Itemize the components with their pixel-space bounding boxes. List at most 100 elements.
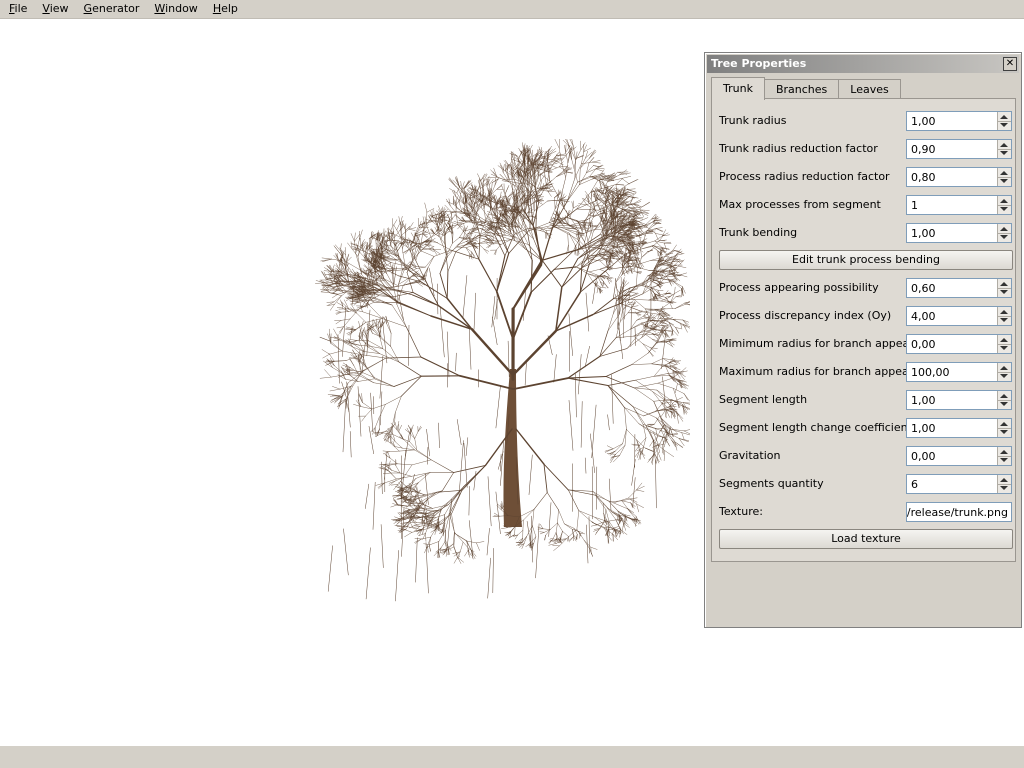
chevron-up-icon[interactable]: [1000, 422, 1008, 426]
spin-buttons[interactable]: [997, 419, 1011, 437]
chevron-down-icon[interactable]: [1000, 430, 1008, 434]
segment-length-change-value: 1,00: [911, 422, 936, 435]
process-discrepancy-spinbox[interactable]: 4,00: [906, 306, 1012, 326]
edit-trunk-process-bending-button[interactable]: Edit trunk process bending: [719, 250, 1013, 270]
chevron-down-icon[interactable]: [1000, 123, 1008, 127]
chevron-down-icon[interactable]: [1000, 151, 1008, 155]
chevron-up-icon[interactable]: [1000, 366, 1008, 370]
process-discrepancy-row: Process discrepancy index (Oy) 4,00: [712, 306, 1015, 326]
chevron-down-icon[interactable]: [1000, 346, 1008, 350]
chevron-up-icon[interactable]: [1000, 199, 1008, 203]
texture-path-value: st5/release/trunk.png: [906, 506, 1008, 519]
dock-title-bar[interactable]: Tree Properties ✕: [707, 55, 1019, 73]
segment-length-change-spinbox[interactable]: 1,00: [906, 418, 1012, 438]
tree-branches: [315, 139, 690, 602]
texture-row: Texture: st5/release/trunk.png: [712, 502, 1015, 522]
tab-branches[interactable]: Branches: [763, 79, 840, 99]
spin-buttons[interactable]: [997, 140, 1011, 158]
process-discrepancy-label: Process discrepancy index (Oy): [719, 309, 892, 322]
process-appearing-possibility-value: 0,60: [911, 282, 936, 295]
tab-bar: Trunk Branches Leaves: [711, 77, 901, 100]
dock-title: Tree Properties: [711, 57, 807, 70]
close-icon[interactable]: ✕: [1003, 57, 1017, 71]
min-radius-spinbox[interactable]: 0,00: [906, 334, 1012, 354]
process-appearing-possibility-row: Process appearing possibility 0,60: [712, 278, 1015, 298]
spin-buttons[interactable]: [997, 168, 1011, 186]
chevron-down-icon[interactable]: [1000, 290, 1008, 294]
menu-bar: File View Generator Window Help: [0, 0, 1024, 19]
menu-window-label: indow: [165, 2, 198, 15]
chevron-up-icon[interactable]: [1000, 171, 1008, 175]
max-radius-row: Maximum radius for branch appearing 100,…: [712, 362, 1015, 382]
chevron-up-icon[interactable]: [1000, 143, 1008, 147]
min-radius-label: Mimimum radius for branch appearing: [719, 337, 931, 350]
menu-generator[interactable]: Generator: [75, 0, 146, 18]
segment-length-spinbox[interactable]: 1,00: [906, 390, 1012, 410]
segments-quantity-row: Segments quantity 6: [712, 474, 1015, 494]
process-discrepancy-value: 4,00: [911, 310, 936, 323]
menu-help[interactable]: Help: [204, 0, 244, 18]
menu-file[interactable]: File: [0, 0, 33, 18]
spin-buttons[interactable]: [997, 196, 1011, 214]
load-texture-button[interactable]: Load texture: [719, 529, 1013, 549]
spin-buttons[interactable]: [997, 224, 1011, 242]
segments-quantity-spinbox[interactable]: 6: [906, 474, 1012, 494]
gravitation-value: 0,00: [911, 450, 936, 463]
tab-trunk[interactable]: Trunk: [711, 77, 765, 100]
tab-leaves[interactable]: Leaves: [838, 79, 901, 99]
spin-buttons[interactable]: [997, 475, 1011, 493]
max-processes-row: Max processes from segment 1: [712, 195, 1015, 215]
tree-trunk: [503, 369, 522, 527]
max-processes-value: 1: [911, 199, 918, 212]
chevron-down-icon[interactable]: [1000, 318, 1008, 322]
process-appearing-possibility-spinbox[interactable]: 0,60: [906, 278, 1012, 298]
trunk-bending-label: Trunk bending: [719, 226, 798, 239]
spin-buttons[interactable]: [997, 335, 1011, 353]
trunk-bending-spinbox[interactable]: 1,00: [906, 223, 1012, 243]
chevron-down-icon[interactable]: [1000, 207, 1008, 211]
chevron-down-icon[interactable]: [1000, 458, 1008, 462]
process-radius-reduction-row: Process radius reduction factor 0,80: [712, 167, 1015, 187]
menu-view[interactable]: View: [33, 0, 74, 18]
chevron-up-icon[interactable]: [1000, 282, 1008, 286]
chevron-down-icon[interactable]: [1000, 179, 1008, 183]
max-radius-spinbox[interactable]: 100,00: [906, 362, 1012, 382]
menu-window[interactable]: Window: [145, 0, 203, 18]
chevron-up-icon[interactable]: [1000, 450, 1008, 454]
chevron-up-icon[interactable]: [1000, 115, 1008, 119]
segments-quantity-label: Segments quantity: [719, 477, 824, 490]
chevron-up-icon[interactable]: [1000, 394, 1008, 398]
chevron-down-icon[interactable]: [1000, 402, 1008, 406]
max-processes-spinbox[interactable]: 1: [906, 195, 1012, 215]
spin-buttons[interactable]: [997, 307, 1011, 325]
menu-help-mnemonic: H: [212, 2, 222, 15]
max-processes-label: Max processes from segment: [719, 198, 881, 211]
status-bar: [0, 746, 1024, 768]
texture-label: Texture:: [719, 505, 763, 518]
chevron-up-icon[interactable]: [1000, 310, 1008, 314]
chevron-up-icon[interactable]: [1000, 478, 1008, 482]
chevron-down-icon[interactable]: [1000, 235, 1008, 239]
gravitation-spinbox[interactable]: 0,00: [906, 446, 1012, 466]
spin-buttons[interactable]: [997, 363, 1011, 381]
process-radius-reduction-spinbox[interactable]: 0,80: [906, 167, 1012, 187]
menu-file-label: ile: [14, 2, 28, 15]
chevron-up-icon[interactable]: [1000, 227, 1008, 231]
gravitation-row: Gravitation 0,00: [712, 446, 1015, 466]
trunk-radius-row: Trunk radius 1,00: [712, 111, 1015, 131]
trunk-bending-value: 1,00: [911, 227, 936, 240]
chevron-down-icon[interactable]: [1000, 374, 1008, 378]
trunk-tab-pane: Trunk radius 1,00 Trunk radius reduction…: [711, 98, 1016, 562]
texture-path-field[interactable]: st5/release/trunk.png: [906, 502, 1012, 522]
segment-length-label: Segment length: [719, 393, 808, 406]
spin-buttons[interactable]: [997, 279, 1011, 297]
chevron-up-icon[interactable]: [1000, 338, 1008, 342]
trunk-radius-spinbox[interactable]: 1,00: [906, 111, 1012, 131]
trunk-radius-reduction-label: Trunk radius reduction factor: [719, 142, 878, 155]
spin-buttons[interactable]: [997, 447, 1011, 465]
max-radius-label: Maximum radius for branch appearing: [719, 365, 931, 378]
spin-buttons[interactable]: [997, 391, 1011, 409]
chevron-down-icon[interactable]: [1000, 486, 1008, 490]
trunk-radius-reduction-spinbox[interactable]: 0,90: [906, 139, 1012, 159]
spin-buttons[interactable]: [997, 112, 1011, 130]
